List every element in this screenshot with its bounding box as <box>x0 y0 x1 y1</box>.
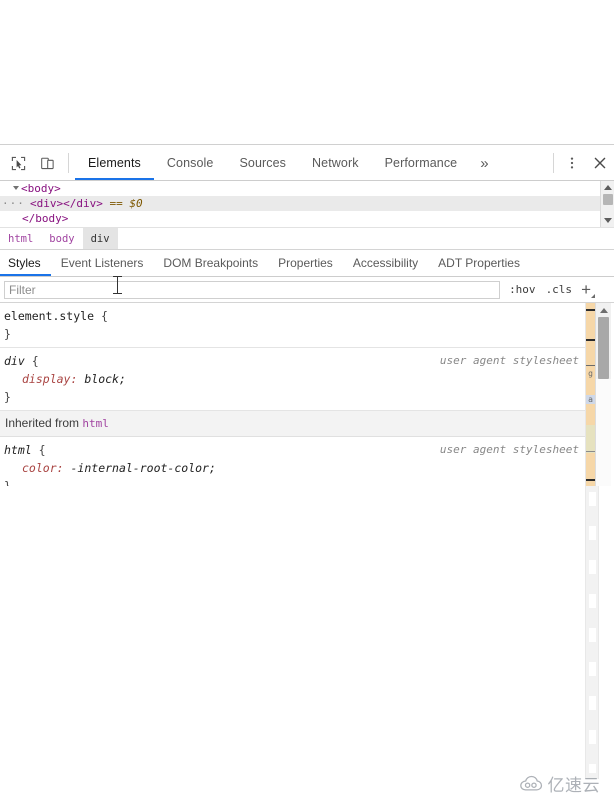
declaration-display-name[interactable]: display <box>22 372 70 386</box>
bottom-blank-area <box>0 486 614 806</box>
tab-event-listeners-label: Event Listeners <box>60 256 144 270</box>
filter-input[interactable] <box>4 280 501 299</box>
brace-close: } <box>4 390 11 404</box>
hov-toggle-label: :hov <box>509 283 536 296</box>
selector-div[interactable]: div <box>4 354 25 368</box>
declaration-color[interactable]: color: -internal-root-color; <box>4 459 585 477</box>
hov-toggle-button[interactable]: :hov <box>504 283 541 296</box>
dom-tree-scrollbar[interactable] <box>600 181 614 227</box>
bottom-scroll-rail[interactable] <box>585 486 599 779</box>
tab-adt-properties[interactable]: ADT Properties <box>428 250 530 276</box>
brace-close: } <box>4 327 11 341</box>
more-tabs-label: » <box>480 154 489 172</box>
tab-dom-breakpoints-label: DOM Breakpoints <box>163 256 259 270</box>
cls-toggle-button[interactable]: .cls <box>541 283 578 296</box>
toolbar-divider <box>68 153 69 173</box>
inherited-from-label: Inherited from <box>5 416 80 430</box>
dom-row-div-selected[interactable]: ··· <div></div> == $0 <box>0 196 614 211</box>
declaration-color-value[interactable]: -internal-root-color; <box>71 461 216 475</box>
scroll-down-arrow-icon[interactable] <box>603 218 612 223</box>
style-rule-element-style-header: element.style { <box>4 307 585 325</box>
dom-node-div: <div></div> <box>30 197 103 210</box>
tab-elements-label: Elements <box>88 156 141 170</box>
watermark-text: 亿速云 <box>547 776 600 796</box>
breadcrumb-item-body[interactable]: body <box>41 228 82 249</box>
dom-node-dollar0: == $0 <box>109 197 143 210</box>
tab-performance[interactable]: Performance <box>372 146 471 180</box>
tab-styles[interactable]: Styles <box>0 250 51 276</box>
tab-accessibility-label: Accessibility <box>352 256 419 270</box>
declaration-display[interactable]: display: block; <box>4 370 585 388</box>
style-rule-div[interactable]: user agent stylesheet div { display: blo… <box>0 348 585 411</box>
scroll-up-arrow-icon[interactable] <box>603 185 612 190</box>
brace-open: { <box>38 443 46 457</box>
tab-performance-label: Performance <box>384 156 458 170</box>
brace-open: { <box>31 354 39 368</box>
tab-sources-label: Sources <box>239 156 287 170</box>
devtools-tab-list: Elements Console Sources Network Perform… <box>75 146 553 180</box>
more-tabs-chevron-icon[interactable]: » <box>470 146 498 180</box>
watermark: 亿速云 <box>518 771 601 796</box>
style-rule-html-origin: user agent stylesheet <box>439 443 579 456</box>
cls-toggle-label: .cls <box>545 283 573 296</box>
cloud-logo-icon <box>518 775 544 792</box>
style-rule-element-style[interactable]: element.style { } <box>0 303 585 348</box>
dom-node-body-close: </body> <box>22 212 69 225</box>
devtools-main-toolbar: Elements Console Sources Network Perform… <box>0 146 614 181</box>
breadcrumb-item-div-label: div <box>90 232 110 245</box>
style-rule-div-origin: user agent stylesheet <box>439 354 579 367</box>
declaration-display-value[interactable]: block; <box>84 372 126 386</box>
tab-styles-label: Styles <box>8 256 41 270</box>
breadcrumb-item-html[interactable]: html <box>0 228 41 249</box>
styles-sidebar-tab-list: Styles Event Listeners DOM Breakpoints P… <box>0 250 614 277</box>
dom-row-ellipsis-icon[interactable]: ··· <box>2 196 25 211</box>
tab-properties[interactable]: Properties <box>268 250 343 276</box>
tab-properties-label: Properties <box>278 256 333 270</box>
inherited-from-tag[interactable]: html <box>82 417 109 430</box>
close-icon[interactable] <box>586 153 614 173</box>
device-toolbar-icon[interactable] <box>33 146 62 180</box>
tab-console[interactable]: Console <box>154 146 227 180</box>
tab-adt-properties-label: ADT Properties <box>438 256 520 270</box>
tab-network-label: Network <box>312 156 359 170</box>
tab-event-listeners[interactable]: Event Listeners <box>51 250 154 276</box>
dom-row-body-open[interactable]: <body> <box>0 181 614 196</box>
breadcrumb-item-html-label: html <box>8 232 34 245</box>
inherited-from-section-header: Inherited from html <box>0 411 585 437</box>
styles-filter-bar: :hov .cls + <box>0 277 614 303</box>
page-viewport <box>0 0 614 145</box>
new-style-rule-button[interactable]: + <box>577 281 597 298</box>
selector-html[interactable]: html <box>4 443 32 457</box>
dom-node-body-open: <body> <box>21 182 61 195</box>
tab-dom-breakpoints[interactable]: DOM Breakpoints <box>153 250 268 276</box>
breadcrumb-item-body-label: body <box>49 232 75 245</box>
tab-accessibility[interactable]: Accessibility <box>343 250 428 276</box>
toolbar-right-group <box>553 153 614 173</box>
inspect-cursor-icon[interactable] <box>4 146 33 180</box>
dom-tree[interactable]: <body> ··· <div></div> == $0 </body> <box>0 181 614 228</box>
dom-row-body-close[interactable]: </body> <box>0 211 614 226</box>
selector-element-style[interactable]: element.style <box>4 309 94 323</box>
styles-scroll-up-arrow-icon[interactable] <box>599 308 608 313</box>
declaration-color-name[interactable]: color <box>22 461 57 475</box>
brace-open: { <box>100 309 108 323</box>
kebab-menu-icon[interactable] <box>558 153 586 173</box>
dom-tree-scrollbar-thumb[interactable] <box>602 194 613 205</box>
breadcrumb: html body div <box>0 228 614 250</box>
tab-network[interactable]: Network <box>299 146 372 180</box>
expander-triangle-icon[interactable] <box>13 186 19 190</box>
new-style-rule-label: + <box>581 280 591 299</box>
new-style-rule-dropdown-icon[interactable] <box>591 294 595 298</box>
tab-sources[interactable]: Sources <box>226 146 299 180</box>
breadcrumb-item-div[interactable]: div <box>82 228 118 249</box>
styles-scrollbar-thumb[interactable] <box>598 317 609 379</box>
tab-elements[interactable]: Elements <box>75 146 154 180</box>
tab-console-label: Console <box>166 156 214 170</box>
bottom-scroll-rail-pattern <box>589 492 596 773</box>
